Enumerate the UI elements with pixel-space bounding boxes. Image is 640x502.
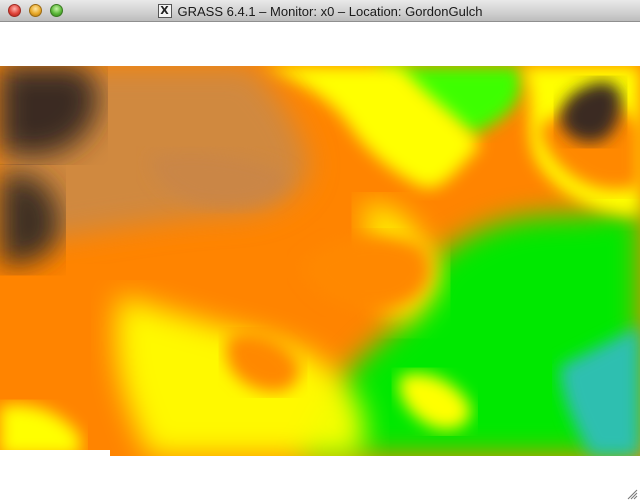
window-title: GRASS 6.4.1 – Monitor: x0 – Location: Go… <box>177 3 483 19</box>
title-bar[interactable]: X GRASS 6.4.1 – Monitor: x0 – Location: … <box>0 0 640 22</box>
x11-icon: X <box>157 4 172 18</box>
resize-grip-icon[interactable] <box>627 489 638 500</box>
grass-monitor-window: X GRASS 6.4.1 – Monitor: x0 – Location: … <box>0 0 640 502</box>
title-group: X GRASS 6.4.1 – Monitor: x0 – Location: … <box>0 0 640 22</box>
elevation-map[interactable] <box>0 66 640 456</box>
